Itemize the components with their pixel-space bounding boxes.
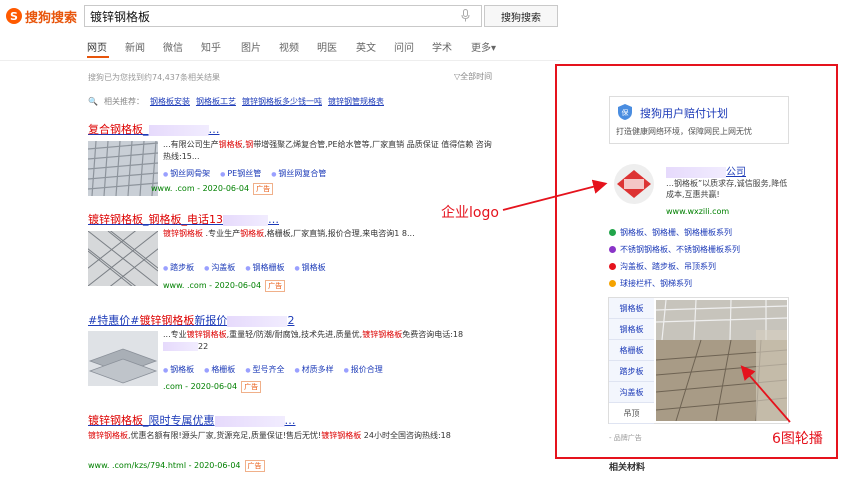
sitelink[interactable]: 钢丝网骨架: [163, 168, 210, 179]
result-title[interactable]: #特惠价#镀锌钢格板新报价 2: [88, 312, 294, 328]
bullet-icon: [609, 280, 616, 287]
ad-badge: 广告: [265, 280, 286, 292]
result-url: www. .com - 2020-06-04 广告: [151, 183, 274, 195]
ad-badge: 广告: [241, 381, 262, 393]
carousel-tab[interactable]: 格栅板: [609, 340, 654, 361]
category-link[interactable]: 不锈钢钢格板、不锈钢格栅板系列: [609, 244, 740, 255]
header-divider: [0, 60, 560, 61]
result-snippet: ...有限公司生产钢格板,钢带增强聚乙烯复合管,PE给水管等,厂家直销 品质保证…: [163, 140, 492, 161]
result-thumbnail[interactable]: [88, 331, 158, 386]
company-url[interactable]: www.wxzili.com: [666, 207, 729, 216]
tab-mingyi[interactable]: 明医: [317, 39, 337, 54]
image-carousel: 钢格板 钢格板 格栅板 踏步板 沟盖板 吊顶: [608, 297, 789, 424]
result-snippet: 镀锌钢格板 .专业生产钢格板,格栅板,厂家直销,报价合理,来电咨询1 8...: [163, 229, 415, 238]
carousel-tab[interactable]: 钢格板: [609, 298, 654, 319]
tab-video[interactable]: 视频: [279, 39, 299, 54]
search-icon: 🔍: [88, 97, 98, 106]
related-searches: 🔍 相关推荐： 钢格板安装 钢格板工艺 镀锌钢格板多少钱一吨 镀锌钢管规格表: [88, 96, 384, 107]
search-button[interactable]: 搜狗搜索: [484, 5, 558, 27]
svg-text:保: 保: [622, 108, 629, 117]
sitelink[interactable]: 钢丝网复合管: [271, 168, 326, 179]
bullet-icon: [609, 246, 616, 253]
category-link[interactable]: 沟盖板、踏步板、吊顶系列: [609, 261, 716, 272]
result-url: www. .com/kzs/794.html - 2020-06-04 广告: [88, 460, 265, 472]
sogou-logo[interactable]: S 搜狗搜索: [6, 7, 78, 26]
carousel-tab[interactable]: 沟盖板: [609, 382, 654, 403]
sitelink[interactable]: 钢格栅板: [245, 262, 284, 273]
result-title[interactable]: 复合钢格板_…: [88, 121, 220, 137]
sitelinks: 钢丝网骨架 PE钢丝管钢丝网复合管: [163, 168, 326, 179]
ad-badge: 广告: [244, 460, 265, 472]
result-title[interactable]: 镀锌钢格板_限时专属优惠…: [88, 412, 296, 428]
sitelink[interactable]: PE钢丝管: [220, 168, 261, 179]
sitelink[interactable]: 踏步板: [163, 262, 194, 273]
category-link[interactable]: 钢格板、钢格栅、钢格栅板系列: [609, 227, 732, 238]
sitelink[interactable]: 钢格板: [294, 262, 326, 273]
annotation-logo-label: 企业logo: [441, 205, 499, 221]
tab-zhihu[interactable]: 知乎: [201, 39, 221, 54]
brand-name: 搜狗搜索: [25, 10, 78, 26]
search-input[interactable]: 镀锌钢格板: [84, 5, 482, 27]
annotation-carousel-label: 6图轮播: [772, 431, 823, 447]
company-logo[interactable]: [609, 162, 659, 206]
ad-badge: 广告: [253, 183, 274, 195]
active-tab-indicator: [87, 56, 109, 58]
tab-wechat[interactable]: 微信: [163, 39, 183, 54]
sitelinks: 踏步板沟盖板钢格栅板钢格板: [163, 262, 326, 273]
tab-news[interactable]: 新闻: [125, 39, 145, 54]
time-filter[interactable]: ▽全部时间: [454, 71, 492, 82]
result-snippet: 镀锌钢格板,优惠名额有限!源头厂家,货源充足,质量保证!售后无忧!镀锌钢格板 2…: [88, 431, 451, 440]
search-query[interactable]: 镀锌钢格板: [90, 8, 150, 25]
result-thumbnail[interactable]: [88, 231, 158, 286]
related-materials-title: 相关材料: [609, 463, 646, 473]
carousel-tab[interactable]: 吊顶: [609, 403, 654, 424]
sitelink[interactable]: 沟盖板: [204, 262, 235, 273]
related-link[interactable]: 镀锌钢格板多少钱一吨: [242, 96, 322, 107]
sitelink[interactable]: 报价合理: [344, 364, 383, 375]
company-name[interactable]: 公司: [666, 163, 746, 178]
sogou-s-icon: S: [6, 8, 22, 24]
carousel-tab[interactable]: 踏步板: [609, 361, 654, 382]
result-url: www. .com - 2020-06-04 广告: [163, 280, 286, 292]
tab-wenwen[interactable]: 问问: [394, 39, 414, 54]
user-compensation-banner[interactable]: 保 搜狗用户赔付计划 打造健康网络环境，保障网民上网无忧: [609, 96, 789, 144]
sitelink[interactable]: 钢格板: [163, 364, 194, 375]
brand-ad-label: - 品牌广告: [609, 434, 642, 442]
tab-scholar[interactable]: 学术: [432, 39, 452, 54]
carousel-image[interactable]: [656, 300, 787, 421]
bullet-icon: [609, 263, 616, 270]
sitelinks: 钢格板格栅板型号齐全材质多样报价合理: [163, 364, 383, 375]
microphone-icon[interactable]: [461, 9, 470, 22]
result-count: 搜狗已为您找到约74,437条相关结果: [88, 73, 220, 82]
related-link[interactable]: 钢格板安装: [150, 96, 190, 107]
tab-more[interactable]: 更多▾: [471, 39, 496, 54]
bullet-icon: [609, 229, 616, 236]
result-snippet: ...专业镀锌钢格板,重量轻/防潮/耐腐蚀,技术先进,质量优,镀锌钢格板免费咨询…: [163, 330, 464, 351]
company-description: …钢格板”以质求存,诚信服务,降低成本,互惠共赢!: [666, 179, 788, 199]
related-link[interactable]: 镀锌钢管规格表: [328, 96, 384, 107]
category-link[interactable]: 球接栏杆、钢梯系列: [609, 278, 692, 289]
result-thumbnail[interactable]: [88, 141, 158, 196]
carousel-tab[interactable]: 钢格板: [609, 319, 654, 340]
sitelink[interactable]: 格栅板: [204, 364, 235, 375]
shield-icon: 保: [618, 104, 632, 120]
tab-web[interactable]: 网页: [87, 39, 107, 54]
related-link[interactable]: 钢格板工艺: [196, 96, 236, 107]
result-title[interactable]: 镀锌钢格板_钢格板_电话13…: [88, 211, 279, 227]
result-url: .com - 2020-06-04 广告: [163, 381, 262, 393]
tab-images[interactable]: 图片: [241, 39, 261, 54]
sitelink[interactable]: 材质多样: [294, 364, 334, 375]
tab-english[interactable]: 英文: [356, 39, 376, 54]
sitelink[interactable]: 型号齐全: [245, 364, 284, 375]
